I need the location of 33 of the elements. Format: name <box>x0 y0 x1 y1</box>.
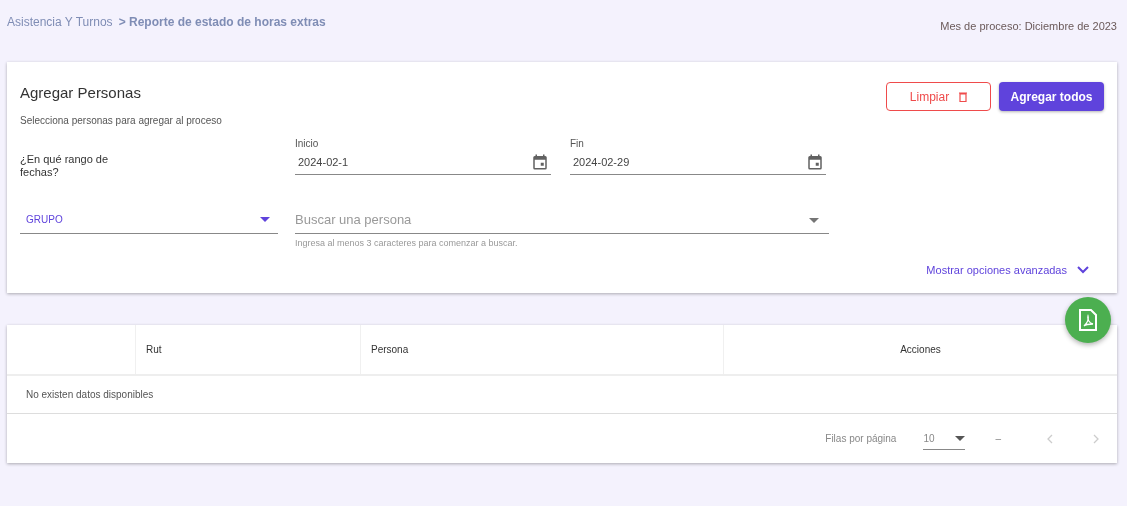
breadcrumb-item: > Reporte de estado de horas extras <box>118 14 326 31</box>
date-field[interactable]: 2024-02-1 <box>295 150 551 175</box>
trash-icon <box>959 91 968 102</box>
caret-icon <box>955 435 966 441</box>
previous-page-icon[interactable] <box>1047 433 1053 444</box>
date-label: Fin <box>570 136 585 151</box>
pdf-file-icon <box>1078 309 1098 331</box>
rows-per-page-select[interactable]: 10 <box>923 427 966 450</box>
person-search-field[interactable]: Buscar una persona <box>295 205 829 234</box>
range-label: ¿En qué rango de fechas? <box>20 152 110 179</box>
date-label: Inicio <box>295 136 320 151</box>
advanced-options-link[interactable]: Mostrar opciones avanzadas <box>926 262 1089 279</box>
clear-button[interactable]: Limpiar <box>886 82 991 111</box>
caret-icon <box>809 217 819 223</box>
chevron-down-icon <box>1077 266 1089 275</box>
calendar-icon[interactable] <box>531 153 549 171</box>
search-hint: Ingresa al menos 3 caracteres para comenzar a buscar. <box>295 236 519 250</box>
calendar-icon[interactable] <box>806 153 824 171</box>
process-month: Mes de proceso: Diciembre de 2023 <box>940 19 1117 34</box>
rows-per-page-label: Filas por página <box>825 432 897 446</box>
column-header: Acciones <box>900 343 941 357</box>
card-title: Agregar Personas <box>20 83 142 103</box>
pdf-export-button[interactable] <box>1065 297 1111 343</box>
page-range: – <box>995 432 1001 446</box>
empty-message: No existen datos disponibles <box>26 388 154 402</box>
column-header: Persona <box>371 343 409 357</box>
add-all-button[interactable]: Agregar todos <box>999 82 1104 111</box>
card-subtitle: Selecciona personas para agregar al proceso <box>20 113 222 128</box>
column-header: Rut <box>146 343 162 357</box>
date-field[interactable]: 2024-02-29 <box>570 150 826 175</box>
group-select[interactable]: GRUPO <box>20 205 278 234</box>
next-page-icon[interactable] <box>1093 433 1099 444</box>
caret-icon <box>260 216 270 222</box>
